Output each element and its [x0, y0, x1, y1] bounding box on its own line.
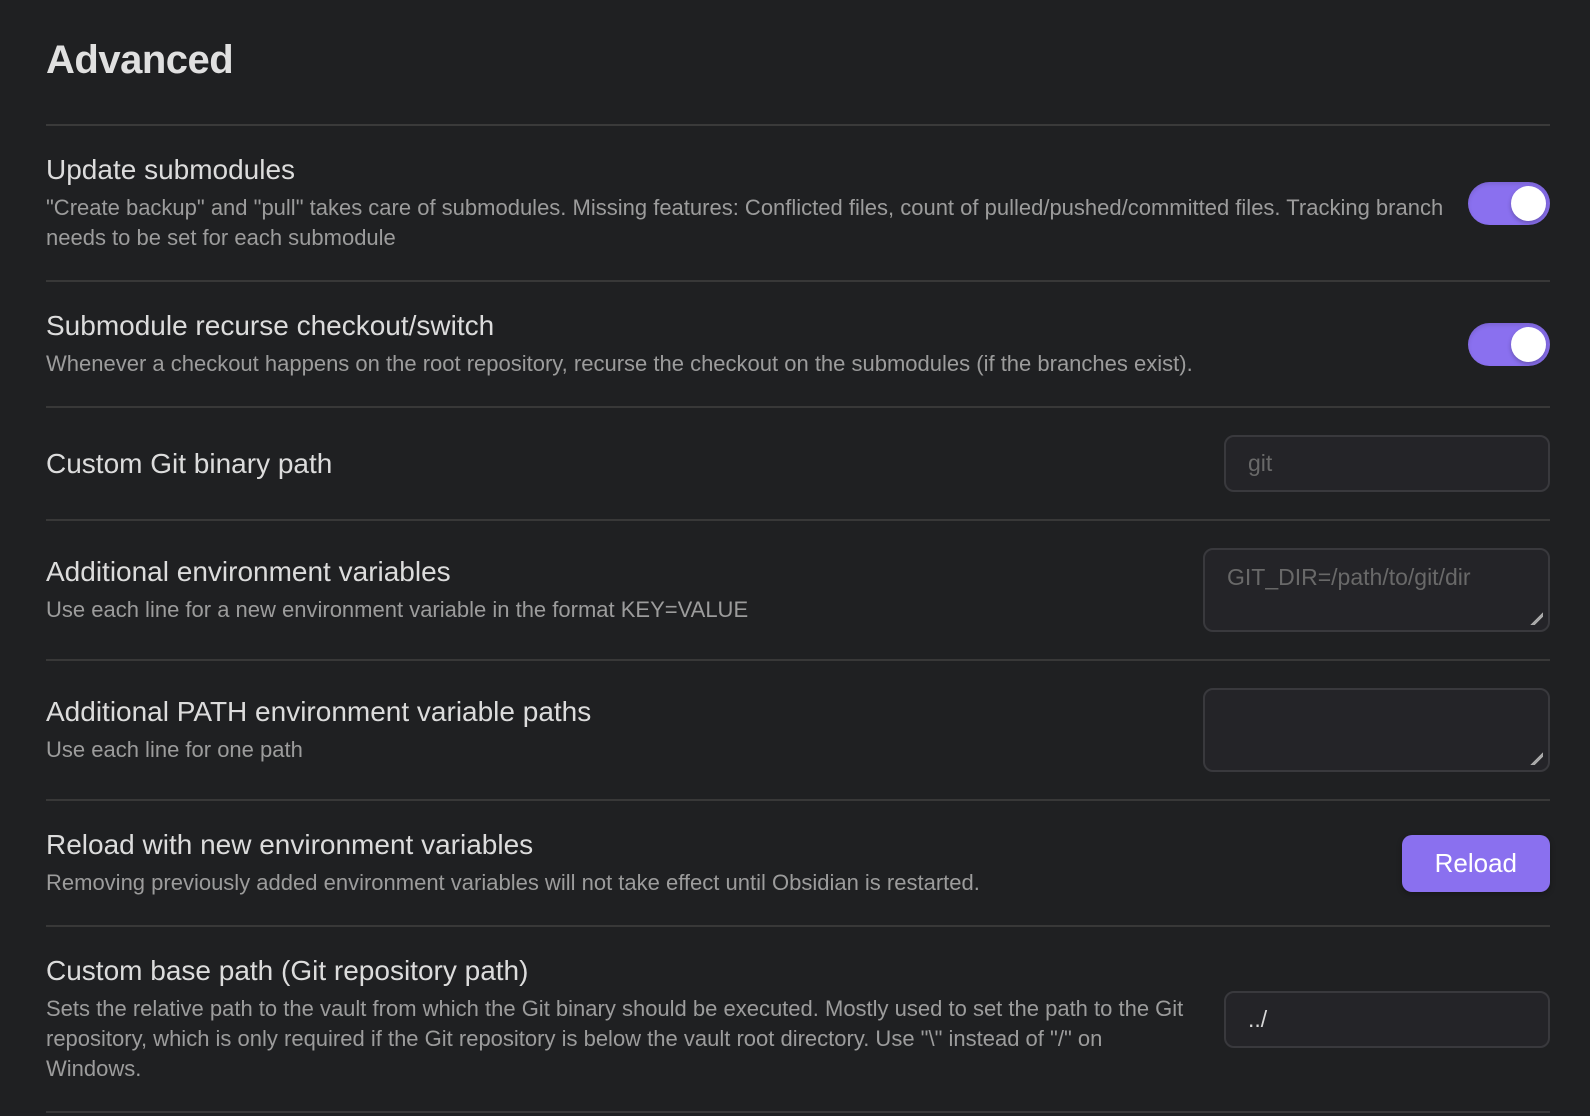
- setting-item: Reload with new environment variables Re…: [46, 801, 1550, 927]
- setting-item: Update submodules "Create backup" and "p…: [46, 126, 1550, 282]
- setting-name: Update submodules: [46, 153, 1444, 187]
- setting-item: Additional PATH environment variable pat…: [46, 661, 1550, 801]
- setting-item: Custom Git binary path: [46, 408, 1550, 521]
- custom-base-path-git-repository-path-input[interactable]: [1224, 991, 1550, 1048]
- setting-item: Custom base path (Git repository path) S…: [46, 927, 1550, 1113]
- setting-item: Submodule recurse checkout/switch Whenev…: [46, 282, 1550, 408]
- toggle-knob: [1511, 186, 1546, 221]
- custom-git-binary-path-input[interactable]: [1224, 435, 1550, 492]
- setting-name: Custom Git binary path: [46, 447, 1200, 481]
- setting-control: [1224, 991, 1550, 1048]
- setting-item: Additional environment variables Use eac…: [46, 521, 1550, 661]
- setting-name: Reload with new environment variables: [46, 828, 1378, 862]
- setting-description: Use each line for one path: [46, 735, 1179, 765]
- setting-control: [1468, 323, 1550, 366]
- setting-info: Reload with new environment variables Re…: [46, 828, 1378, 898]
- setting-control: [1203, 688, 1550, 772]
- setting-info: Additional PATH environment variable pat…: [46, 695, 1179, 765]
- setting-description: Use each line for a new environment vari…: [46, 595, 1179, 625]
- update-submodules-toggle[interactable]: [1468, 182, 1550, 225]
- setting-info: Custom base path (Git repository path) S…: [46, 954, 1200, 1084]
- setting-name: Custom base path (Git repository path): [46, 954, 1200, 988]
- page-title: Advanced: [46, 36, 1550, 84]
- submodule-recurse-checkout-switch-toggle[interactable]: [1468, 323, 1550, 366]
- setting-info: Additional environment variables Use eac…: [46, 555, 1179, 625]
- setting-control: Reload: [1402, 835, 1550, 892]
- additional-path-environment-variable-paths-textarea[interactable]: [1203, 688, 1550, 772]
- setting-name: Additional environment variables: [46, 555, 1179, 589]
- settings-list: Update submodules "Create backup" and "p…: [46, 126, 1550, 1113]
- setting-name: Additional PATH environment variable pat…: [46, 695, 1179, 729]
- setting-control: [1468, 182, 1550, 225]
- setting-description: Whenever a checkout happens on the root …: [46, 349, 1444, 379]
- textarea-wrap: [1203, 688, 1550, 772]
- textarea-wrap: [1203, 548, 1550, 632]
- setting-info: Submodule recurse checkout/switch Whenev…: [46, 309, 1444, 379]
- setting-name: Submodule recurse checkout/switch: [46, 309, 1444, 343]
- page-heading: Advanced: [46, 36, 1550, 126]
- settings-pane: Advanced Update submodules "Create backu…: [0, 36, 1590, 1113]
- setting-control: [1203, 548, 1550, 632]
- reload-button[interactable]: Reload: [1402, 835, 1550, 892]
- setting-description: Sets the relative path to the vault from…: [46, 994, 1200, 1084]
- toggle-knob: [1511, 327, 1546, 362]
- setting-description: "Create backup" and "pull" takes care of…: [46, 193, 1444, 253]
- setting-info: Custom Git binary path: [46, 447, 1200, 481]
- setting-control: [1224, 435, 1550, 492]
- setting-description: Removing previously added environment va…: [46, 868, 1378, 898]
- setting-info: Update submodules "Create backup" and "p…: [46, 153, 1444, 253]
- additional-environment-variables-textarea[interactable]: [1203, 548, 1550, 632]
